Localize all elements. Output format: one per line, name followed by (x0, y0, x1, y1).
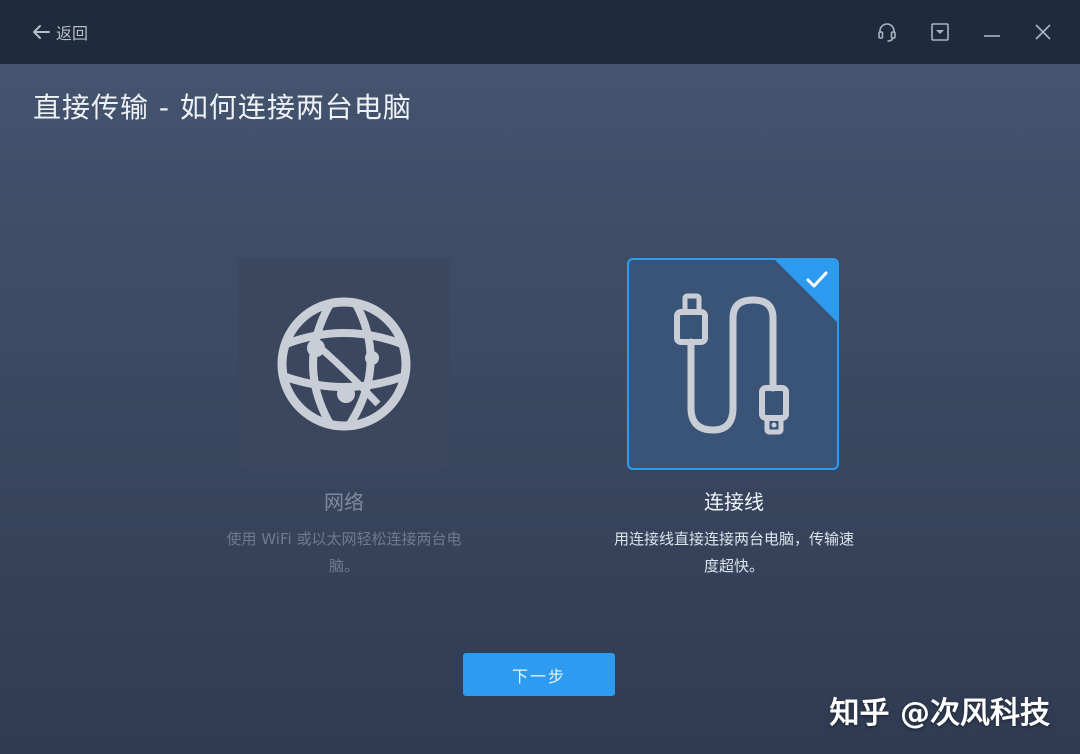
checkmark-icon (806, 271, 828, 288)
network-option-title: 网络 (324, 490, 364, 514)
app-window: 返回 直接传输 - 如何连接两台电脑 网络 使用 WiFi 或以太网轻松连接两台… (0, 0, 1080, 754)
support-headset-icon[interactable] (875, 20, 899, 44)
cable-option-description: 用连接线直接连接两台电脑，传输速 度超快。 (589, 526, 879, 580)
network-desc-line1: 使用 WiFi 或以太网轻松连接两台电 (226, 530, 462, 548)
cable-desc-line1: 用连接线直接连接两台电脑，传输速 (613, 530, 854, 548)
minimize-icon[interactable] (980, 20, 1004, 44)
network-option-card[interactable] (238, 258, 450, 470)
network-option-description: 使用 WiFi 或以太网轻松连接两台电 脑。 (199, 526, 489, 580)
globe-icon (277, 297, 411, 431)
page-title: 直接传输 - 如何连接两台电脑 (33, 91, 412, 124)
back-button[interactable]: 返回 (32, 20, 88, 44)
dropdown-menu-icon[interactable] (928, 20, 952, 44)
selected-corner-badge (774, 260, 837, 323)
watermark: 知乎 @次风科技 (829, 696, 1050, 731)
cable-desc-line2: 度超快。 (703, 557, 764, 575)
back-arrow-icon (33, 25, 50, 39)
close-icon[interactable] (1031, 20, 1055, 44)
cable-option-card[interactable] (627, 258, 839, 470)
back-label: 返回 (56, 24, 89, 43)
title-bar: 返回 (0, 0, 1080, 64)
network-desc-line2: 脑。 (328, 557, 359, 575)
cable-option-title: 连接线 (704, 490, 764, 514)
next-step-button[interactable]: 下一步 (463, 653, 615, 696)
